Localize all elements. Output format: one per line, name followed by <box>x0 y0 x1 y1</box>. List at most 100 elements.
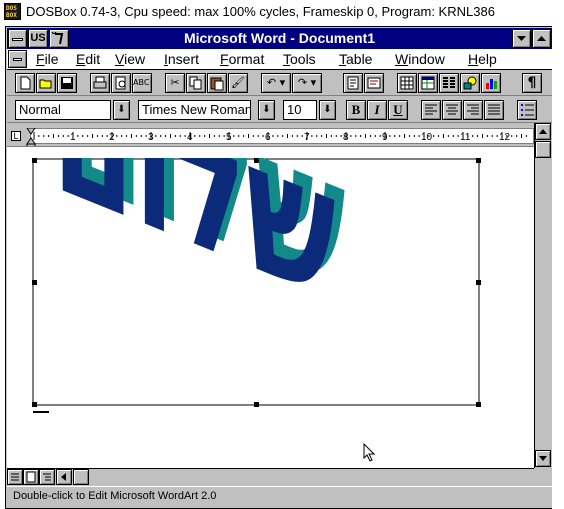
show-paragraph-icon: ¶ <box>527 75 537 91</box>
dropdown-arrow-icon: ⬇ <box>117 104 126 115</box>
justify-button[interactable] <box>484 100 504 120</box>
scroll-left-button[interactable] <box>56 469 72 485</box>
scroll-up-button[interactable] <box>535 123 551 140</box>
redo-button[interactable]: ↷ ▾ <box>292 73 322 93</box>
wordart-object[interactable]: שלום שלום <box>32 158 482 408</box>
minimize-arrow-icon <box>517 36 526 41</box>
horizontal-scroll-thumb[interactable] <box>73 469 89 485</box>
formatting-toolbar: Normal ⬇ Times New Roman ⬇ 10 ⬇ B I U <box>7 96 552 123</box>
insert-address-button[interactable] <box>364 73 384 93</box>
ruler-scale: 12345678910111213 <box>33 132 527 143</box>
show-paragraph-button[interactable]: ¶ <box>522 73 542 93</box>
align-left-button[interactable] <box>421 100 441 120</box>
end-of-document-marker <box>33 411 49 413</box>
menu-insert[interactable]: Insert <box>164 50 199 68</box>
cut-button[interactable]: ✂ <box>165 73 185 93</box>
arrow-down-icon <box>539 456 547 461</box>
scroll-down-button[interactable] <box>535 450 551 467</box>
desktop-edge <box>552 26 564 509</box>
wordart-text: שלום <box>52 158 336 345</box>
underline-button[interactable]: U <box>388 100 408 120</box>
align-left-icon <box>425 104 437 115</box>
copy-button[interactable] <box>186 73 206 93</box>
print-preview-icon <box>115 76 126 90</box>
ruler-number: 1 <box>70 132 76 143</box>
dash-icon <box>13 58 22 61</box>
autoformat-button[interactable] <box>343 73 363 93</box>
undo-button[interactable]: ↶ ▾ <box>261 73 291 93</box>
align-right-icon <box>467 104 479 115</box>
columns-button[interactable] <box>439 73 459 93</box>
print-preview-button[interactable] <box>111 73 131 93</box>
page-layout-button[interactable] <box>23 469 39 485</box>
mouse-cursor-icon <box>363 443 376 462</box>
insert-excel-button[interactable] <box>418 73 438 93</box>
paste-button[interactable] <box>207 73 227 93</box>
ruler-number: 7 <box>304 132 310 143</box>
menu-format[interactable]: Format <box>220 50 264 68</box>
spelling-button[interactable]: ABC✓ <box>132 73 152 93</box>
ruler-number: 3 <box>148 132 154 143</box>
vertical-scrollbar[interactable] <box>534 123 551 468</box>
minimize-button[interactable] <box>512 29 531 48</box>
horizontal-scrollbar[interactable] <box>7 468 534 485</box>
size-dropdown[interactable]: ⬇ <box>319 100 336 120</box>
align-right-button[interactable] <box>463 100 483 120</box>
menu-tools[interactable]: Tools <box>283 50 316 68</box>
dosbox-icon[interactable]: DOS BOX <box>4 3 21 20</box>
normal-view-button[interactable] <box>7 469 23 485</box>
chart-button[interactable] <box>481 73 501 93</box>
page-layout-icon <box>26 471 36 483</box>
ruler-number: 2 <box>109 132 115 143</box>
ruler-number: 5 <box>226 132 232 143</box>
menu-help[interactable]: Help <box>468 50 497 68</box>
arrow-left-icon <box>61 473 66 481</box>
font-dropdown[interactable]: ⬇ <box>258 100 275 120</box>
outline-view-icon <box>43 473 51 481</box>
justify-icon <box>488 104 500 115</box>
maximize-button[interactable] <box>532 29 551 48</box>
outline-view-button[interactable] <box>39 469 55 485</box>
italic-button[interactable]: I <box>367 100 387 120</box>
align-center-button[interactable] <box>442 100 462 120</box>
drawing-button[interactable] <box>460 73 480 93</box>
cut-icon: ✂ <box>170 76 180 89</box>
insert-table-button[interactable] <box>397 73 417 93</box>
document-area[interactable]: שלום שלום <box>7 146 534 468</box>
document-control-button[interactable] <box>8 50 27 68</box>
arrow-up-icon <box>539 129 547 134</box>
window-title: Microsoft Word - Document1 <box>183 30 376 46</box>
new-icon <box>20 76 31 90</box>
tab-selector[interactable]: L <box>11 131 21 141</box>
style-box[interactable]: Normal <box>15 100 111 120</box>
menu-view[interactable]: View <box>115 50 145 68</box>
style-dropdown[interactable]: ⬇ <box>113 100 130 120</box>
print-button[interactable] <box>90 73 110 93</box>
font-box[interactable]: Times New Roman <box>138 100 251 120</box>
menu-file[interactable]: File <box>36 50 59 68</box>
undo-icon: ↶ ▾ <box>266 76 286 89</box>
size-box[interactable]: 10 <box>283 100 317 120</box>
open-button[interactable] <box>36 73 56 93</box>
format-painter-button[interactable]: 🖌 <box>228 73 248 93</box>
menu-window[interactable]: Window <box>395 50 445 68</box>
numbering-button[interactable] <box>517 100 537 120</box>
insert-excel-icon <box>421 76 435 90</box>
status-bar: Double-click to Edit Microsoft WordArt 2… <box>7 486 552 506</box>
ruler[interactable]: 12345678910111213 <box>30 128 534 144</box>
ruler-number: 11 <box>460 132 471 143</box>
menu-table[interactable]: Table <box>339 50 372 68</box>
scroll-thumb[interactable] <box>535 141 551 158</box>
align-center-icon <box>446 104 458 115</box>
bold-button[interactable]: B <box>346 100 366 120</box>
save-button[interactable] <box>57 73 77 93</box>
window-titlebar[interactable]: US ﬞ Microsoft Word - Document1 <box>7 28 552 49</box>
numbered-list-icon <box>521 104 534 116</box>
new-button[interactable] <box>15 73 35 93</box>
format-painter-icon: 🖌 <box>231 76 245 89</box>
ruler-number: 8 <box>343 132 349 143</box>
spelling-icon: ABC✓ <box>133 78 151 87</box>
menu-edit[interactable]: Edit <box>76 50 100 68</box>
maximize-arrow-icon <box>537 36 546 41</box>
ruler-number: 6 <box>265 132 271 143</box>
